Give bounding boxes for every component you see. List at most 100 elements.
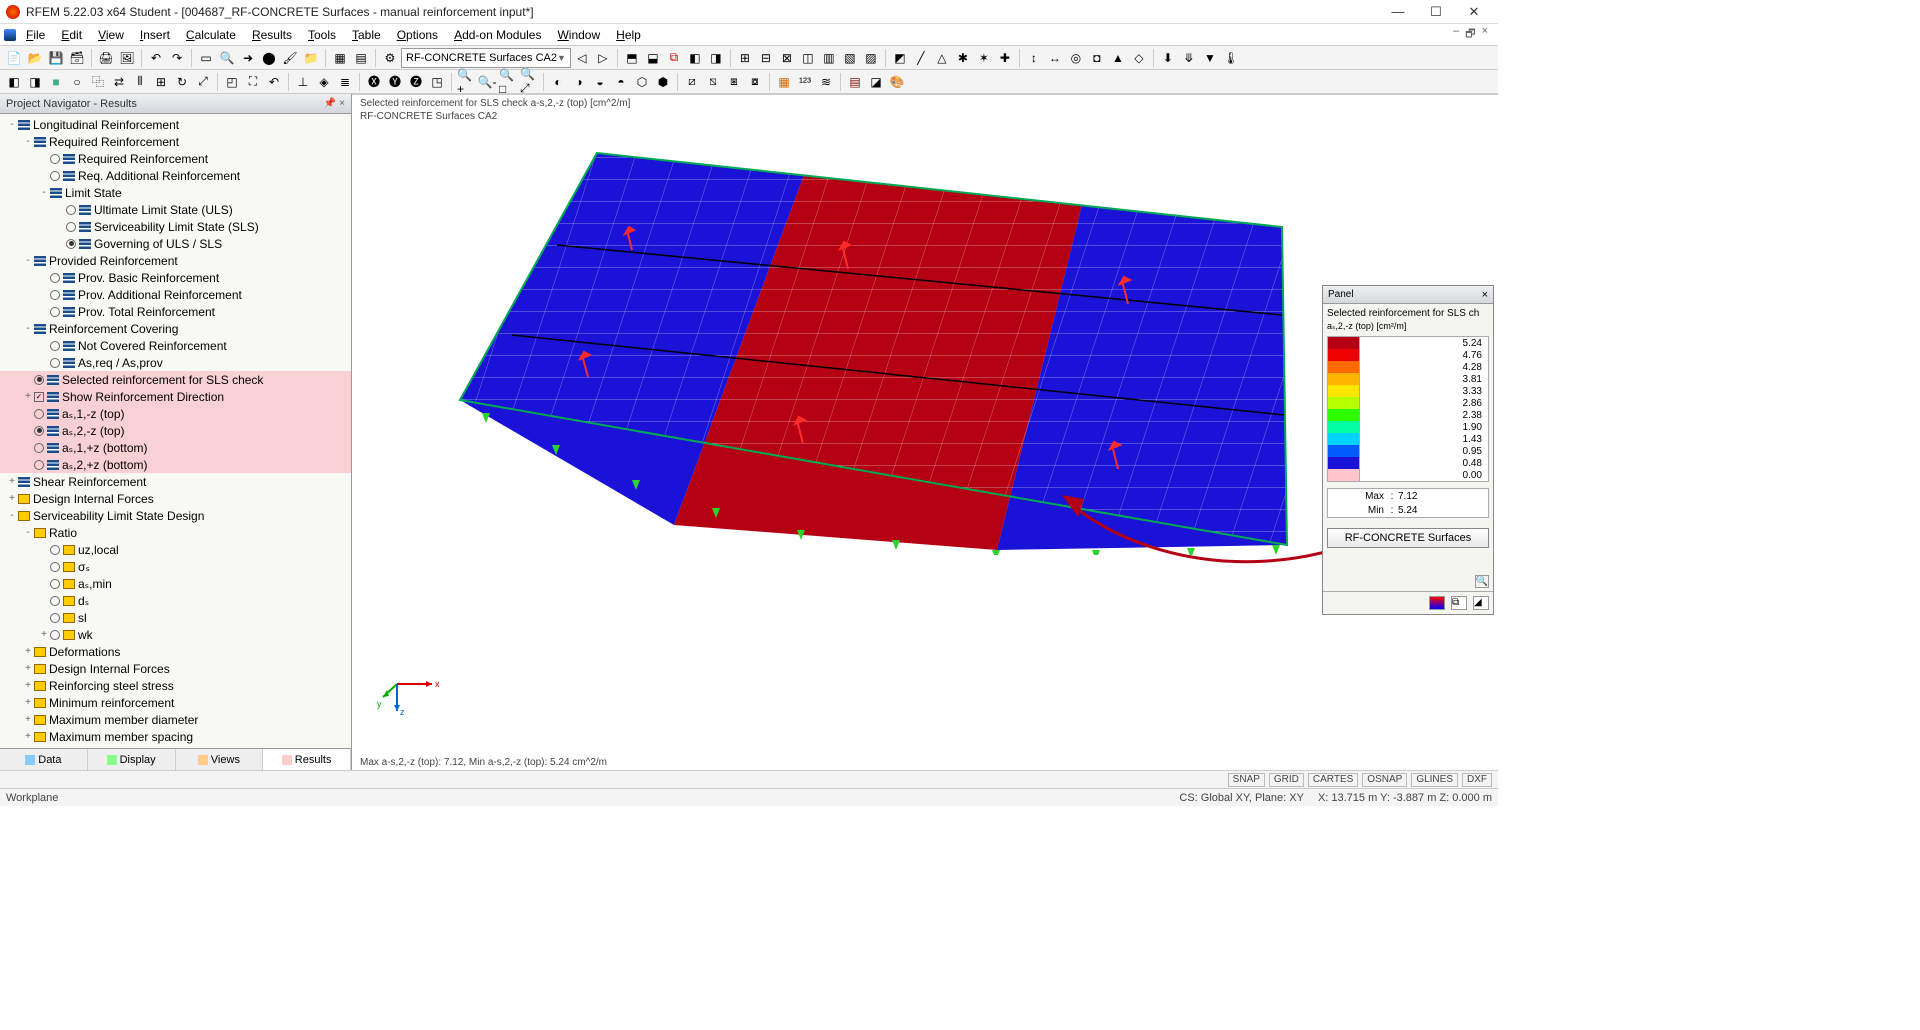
tool-g-icon[interactable]: ⊠ — [777, 48, 797, 68]
tree-prov-total-reinforcement[interactable]: Prov. Total Reinforcement — [0, 303, 351, 320]
nav-tab-results[interactable]: Results — [263, 749, 351, 770]
ldim-icon[interactable]: ↔ — [1045, 48, 1065, 68]
menu-file[interactable]: File — [18, 26, 53, 44]
nav-next-icon[interactable]: ▷ — [593, 48, 613, 68]
nav-tab-data[interactable]: Data — [0, 749, 88, 770]
mdi-minimize-button[interactable]: – — [1453, 25, 1459, 44]
tree-deformations[interactable]: +Deformations — [0, 643, 351, 660]
menu-table[interactable]: Table — [344, 26, 389, 44]
zoom-window-icon[interactable]: ◰ — [222, 72, 242, 92]
legend-row[interactable]: 2.38 — [1328, 409, 1488, 421]
snap-grid[interactable]: GRID — [1269, 773, 1304, 787]
tree-not-covered-reinforcement[interactable]: Not Covered Reinforcement — [0, 337, 351, 354]
panel-tab-1-icon[interactable] — [1429, 596, 1445, 610]
t2-q-icon[interactable]: ⬡ — [632, 72, 652, 92]
tree-ultimate-limit-state-uls-[interactable]: Ultimate Limit State (ULS) — [0, 201, 351, 218]
t2-r-icon[interactable]: ⬢ — [653, 72, 673, 92]
t2-n-icon[interactable]: ◑ — [569, 72, 589, 92]
tree-serviceability-limit-state-design[interactable]: -Serviceability Limit State Design — [0, 507, 351, 524]
undo-icon[interactable]: ↶ — [146, 48, 166, 68]
model-viewport[interactable]: Selected reinforcement for SLS check a-s… — [352, 94, 1498, 770]
tree-prov-additional-reinforcement[interactable]: Prov. Additional Reinforcement — [0, 286, 351, 303]
t2-t-icon[interactable]: ⧅ — [703, 72, 723, 92]
tree-a-1-z-bottom-[interactable]: aₛ,1,+z (bottom) — [0, 439, 351, 456]
search-icon[interactable]: 🔍 — [217, 48, 237, 68]
copy-icon[interactable]: ⿻ — [88, 72, 108, 92]
supp-icon[interactable]: ▲ — [1108, 48, 1128, 68]
snap-cartes[interactable]: CARTES — [1308, 773, 1358, 787]
t2-b-icon[interactable]: ◨ — [25, 72, 45, 92]
panel-tab-3-icon[interactable]: ◢ — [1473, 596, 1489, 610]
mirror-icon[interactable]: ⫴ — [130, 72, 150, 92]
menu-tools[interactable]: Tools — [300, 26, 344, 44]
tool-j-icon[interactable]: ▧ — [840, 48, 860, 68]
arrow-icon[interactable]: ➜ — [238, 48, 258, 68]
view-3d-icon[interactable]: ▦ — [330, 48, 350, 68]
tree-longitudinal-reinforcement[interactable]: -Longitudinal Reinforcement — [0, 116, 351, 133]
move-icon[interactable]: ⇄ — [109, 72, 129, 92]
colors-icon[interactable]: 🎨 — [887, 72, 907, 92]
tree-serviceability-limit-state-sls-[interactable]: Serviceability Limit State (SLS) — [0, 218, 351, 235]
legend-row[interactable]: 2.86 — [1328, 397, 1488, 409]
iso-icon[interactable]: ≋ — [816, 72, 836, 92]
select-icon[interactable]: ▭ — [196, 48, 216, 68]
tree-shear-reinforcement[interactable]: +Shear Reinforcement — [0, 473, 351, 490]
temp-icon[interactable]: 🌡 — [1221, 48, 1241, 68]
legend-row[interactable]: 4.28 — [1328, 361, 1488, 373]
aload-icon[interactable]: ▼ — [1200, 48, 1220, 68]
snap-dxf[interactable]: DXF — [1462, 773, 1492, 787]
navigator-tree[interactable]: -Longitudinal Reinforcement-Required Rei… — [0, 114, 351, 748]
tool-f-icon[interactable]: ⊟ — [756, 48, 776, 68]
tree-as-req-as-prov[interactable]: As,req / As,prov — [0, 354, 351, 371]
menu-insert[interactable]: Insert — [132, 26, 178, 44]
t2-w-icon[interactable]: ◪ — [866, 72, 886, 92]
panel-close-icon[interactable]: × — [1482, 289, 1488, 301]
viewy-icon[interactable]: 🅨 — [385, 72, 405, 92]
tree-a-1-z-top-[interactable]: aₛ,1,-z (top) — [0, 405, 351, 422]
calculate-icon[interactable]: ⚙ — [380, 48, 400, 68]
legend-row[interactable]: 3.81 — [1328, 373, 1488, 385]
menu-results[interactable]: Results — [244, 26, 300, 44]
legend-row[interactable]: 1.43 — [1328, 433, 1488, 445]
tree-maximum-member-spacing[interactable]: +Maximum member spacing — [0, 728, 351, 745]
limits-icon[interactable]: ⧉ — [664, 48, 684, 68]
lload-icon[interactable]: ⤋ — [1179, 48, 1199, 68]
tool-h-icon[interactable]: ◫ — [798, 48, 818, 68]
tree-reinforcing-steel-stress[interactable]: +Reinforcing steel stress — [0, 677, 351, 694]
viewiso-icon[interactable]: ◳ — [427, 72, 447, 92]
folder-icon[interactable]: 📁 — [301, 48, 321, 68]
tree-maximum-member-diameter[interactable]: +Maximum member diameter — [0, 711, 351, 728]
mdi-restore-button[interactable]: 🗗 — [1465, 25, 1475, 44]
zoom-in-icon[interactable]: 🔍+ — [456, 72, 476, 92]
print-icon[interactable]: 🖨 — [96, 48, 116, 68]
t2-p-icon[interactable]: ◓ — [611, 72, 631, 92]
tree-reinforcement-covering[interactable]: -Reinforcement Covering — [0, 320, 351, 337]
menu-edit[interactable]: Edit — [53, 26, 90, 44]
tool-i-icon[interactable]: ▥ — [819, 48, 839, 68]
tree-prov-basic-reinforcement[interactable]: Prov. Basic Reinforcement — [0, 269, 351, 286]
t2-c-icon[interactable]: ■ — [46, 72, 66, 92]
snap-glines[interactable]: GLINES — [1411, 773, 1458, 787]
tool-a-icon[interactable]: ⬒ — [622, 48, 642, 68]
tree-design-internal-forces[interactable]: +Design Internal Forces — [0, 490, 351, 507]
zoom-all-icon[interactable]: ⛶ — [243, 72, 263, 92]
viewz-icon[interactable]: 🅩 — [406, 72, 426, 92]
tree-provided-reinforcement[interactable]: -Provided Reinforcement — [0, 252, 351, 269]
tree-ratio[interactable]: -Ratio — [0, 524, 351, 541]
ortho-icon[interactable]: ⊥ — [293, 72, 313, 92]
zoom-fit-icon[interactable]: 🔍⤢ — [519, 72, 539, 92]
new-icon[interactable]: 📄 — [4, 48, 24, 68]
module-button[interactable]: RF-CONCRETE Surfaces — [1327, 528, 1489, 548]
tree-minimum-reinforcement[interactable]: +Minimum reinforcement — [0, 694, 351, 711]
tool-d-icon[interactable]: ◨ — [706, 48, 726, 68]
angle-icon[interactable]: △ — [932, 48, 952, 68]
node-icon[interactable]: ✱ — [953, 48, 973, 68]
layer-icon[interactable]: ≣ — [335, 72, 355, 92]
paint-icon[interactable]: 🖌 — [280, 48, 300, 68]
panel-tab-2-icon[interactable]: ⧉ — [1451, 596, 1467, 610]
nav-tab-views[interactable]: Views — [176, 749, 264, 770]
nav-tab-display[interactable]: Display — [88, 749, 176, 770]
tree-uz-local[interactable]: uz,local — [0, 541, 351, 558]
legend-row[interactable]: 1.90 — [1328, 421, 1488, 433]
t2-s-icon[interactable]: ⧄ — [682, 72, 702, 92]
